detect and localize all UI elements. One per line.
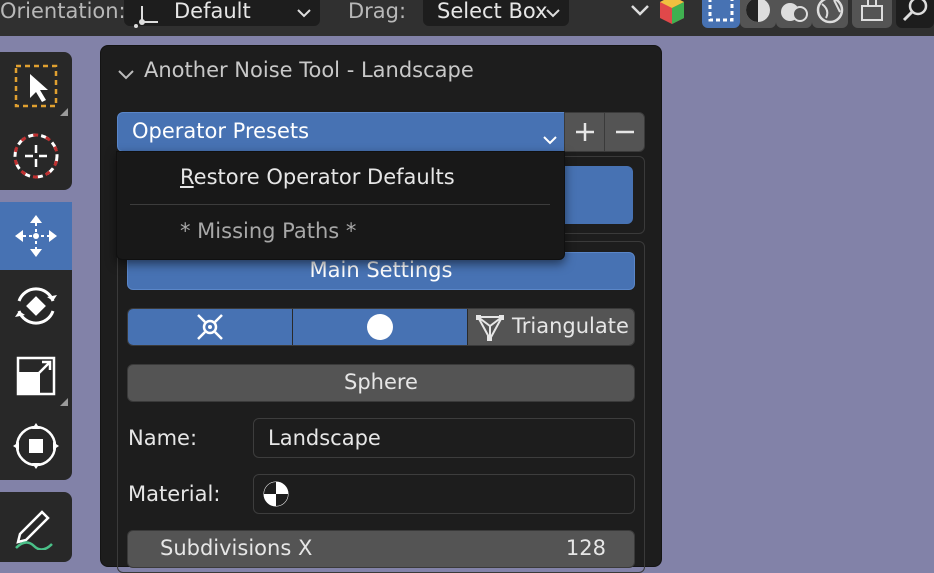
operator-panel: Another Noise Tool - Landscape Operator … (100, 45, 662, 573)
more-tools-corner-icon (60, 398, 68, 406)
scale-tool[interactable] (0, 342, 72, 410)
smooth-sphere-icon (367, 314, 393, 340)
material-field[interactable] (253, 474, 635, 514)
globe-icon (816, 0, 844, 24)
move-tool[interactable] (0, 202, 72, 270)
refresh-toggle-button[interactable] (128, 309, 293, 345)
pencil-icon (15, 510, 53, 550)
rotate-icon (15, 287, 57, 325)
shading-rendered-button[interactable] (812, 0, 848, 28)
viewport-header: Orientation: Default Drag: Select Box (0, 0, 934, 36)
name-field[interactable]: Landscape (253, 418, 635, 458)
missing-paths-menu-item: * Missing Paths * (180, 219, 357, 243)
add-preset-button[interactable] (564, 112, 605, 152)
orientation-gizmo-icon (132, 0, 162, 42)
subdivisions-x-field[interactable]: Subdivisions X 128 (127, 530, 635, 568)
triangulate-label: Triangulate (512, 314, 629, 338)
drag-label: Drag: (348, 0, 407, 23)
panel-title: Another Noise Tool - Landscape (144, 58, 474, 82)
subdivisions-value: 128 (565, 536, 606, 560)
chevron-down-icon (296, 0, 312, 32)
more-tools-corner-icon (60, 108, 68, 116)
drag-value: Select Box (437, 0, 548, 23)
orientation-value: Default (174, 0, 251, 23)
color-cube-icon[interactable] (658, 0, 686, 28)
target-icon (197, 314, 223, 340)
triangle-mesh-icon (476, 315, 504, 342)
main-settings-box (117, 241, 645, 573)
tool-group-annotate (0, 492, 72, 562)
mnemonic-char: R (180, 165, 194, 189)
xray-toggle-button[interactable] (702, 0, 740, 28)
search-icon (902, 0, 928, 22)
sphere-label: Sphere (344, 370, 418, 394)
presets-menu: Restore Operator Defaults * Missing Path… (116, 151, 565, 260)
rotate-tool[interactable] (0, 272, 72, 340)
collapse-chevron-icon[interactable] (117, 66, 135, 85)
plus-icon (575, 123, 594, 141)
select-box-icon (14, 64, 58, 108)
material-sphere-icon (262, 480, 290, 513)
cursor-tool[interactable] (0, 122, 72, 190)
restore-defaults-label: estore Operator Defaults (193, 165, 455, 189)
overlay-chevron-icon[interactable] (630, 2, 650, 21)
menu-separator (130, 204, 550, 205)
chevron-down-icon (542, 126, 558, 150)
solid-sphere-icon (746, 0, 770, 22)
subdivisions-label: Subdivisions X (160, 536, 313, 560)
smooth-toggle-button[interactable] (293, 309, 468, 345)
tool-group-select (0, 52, 72, 190)
tool-group-transform (0, 202, 72, 480)
orientation-dropdown[interactable]: Default (124, 0, 320, 28)
remove-preset-button[interactable] (604, 112, 645, 152)
search-button[interactable] (896, 0, 934, 28)
toggle-row: Triangulate (127, 308, 635, 346)
triangulate-toggle-button[interactable]: Triangulate (468, 309, 634, 345)
name-value: Landscape (268, 426, 381, 450)
chevron-down-icon (545, 0, 561, 32)
material-spheres-icon (781, 3, 808, 22)
annotate-tool[interactable] (0, 492, 72, 560)
name-label: Name: (128, 426, 198, 450)
select-box-tool[interactable] (0, 52, 72, 120)
operator-presets-dropdown[interactable]: Operator Presets (117, 112, 565, 152)
xray-icon (708, 0, 734, 22)
main-settings-label: Main Settings (309, 258, 453, 282)
transform-tool[interactable] (0, 412, 72, 480)
sphere-button[interactable]: Sphere (127, 364, 635, 402)
material-label: Material: (128, 482, 221, 506)
move-arrows-icon (15, 215, 57, 257)
cleanup-button[interactable] (852, 0, 892, 28)
cursor-icon (13, 133, 59, 179)
restore-defaults-menu-item[interactable]: Restore Operator Defaults (180, 165, 455, 189)
brush-icon (861, 0, 883, 21)
scale-icon (16, 356, 56, 396)
shading-material-button[interactable] (776, 0, 812, 28)
orientation-label: Orientation: (0, 0, 126, 23)
minus-icon (615, 130, 634, 134)
presets-label: Operator Presets (132, 119, 310, 143)
transform-icon (13, 423, 59, 469)
drag-dropdown[interactable]: Select Box (423, 0, 569, 26)
shading-wireframe-button[interactable] (740, 0, 776, 28)
